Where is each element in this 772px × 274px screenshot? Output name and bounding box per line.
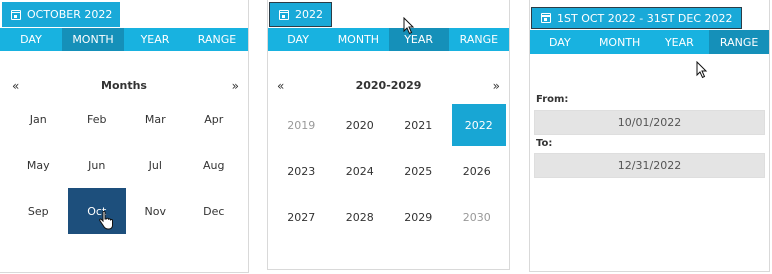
month-cell-jul[interactable]: Jul (126, 142, 185, 188)
month-cell-apr[interactable]: Apr (185, 96, 244, 142)
month-cell-nov[interactable]: Nov (126, 188, 185, 234)
range-picker-header[interactable]: 1ST OCT 2022 - 31ST DEC 2022 (531, 7, 742, 29)
arrow-cursor-icon (696, 61, 708, 79)
next-button[interactable]: » (232, 79, 239, 93)
range-picker-mode-tabs: DAY MONTH YEAR RANGE (530, 30, 769, 54)
month-cell-jun[interactable]: Jun (68, 142, 127, 188)
tab-year[interactable]: YEAR (388, 28, 449, 51)
arrow-cursor-icon (403, 17, 415, 35)
tab-day[interactable]: DAY (0, 28, 62, 51)
from-date-field[interactable]: 10/01/2022 (534, 110, 765, 135)
year-cell-2021[interactable]: 2021 (389, 102, 448, 148)
calendar-icon (279, 9, 289, 20)
year-picker-title: 2020-2029 (355, 79, 422, 92)
year-cell-2020[interactable]: 2020 (331, 102, 390, 148)
month-cell-mar[interactable]: Mar (126, 96, 185, 142)
tab-month[interactable]: MONTH (590, 30, 650, 54)
year-cell-2019[interactable]: 2019 (272, 102, 331, 148)
year-cell-2022[interactable]: 2022 (451, 104, 506, 146)
tab-month[interactable]: MONTH (328, 28, 388, 51)
tab-day[interactable]: DAY (530, 30, 590, 54)
month-picker-nav: « Months » (0, 77, 248, 95)
year-cell-2027[interactable]: 2027 (272, 194, 331, 240)
calendar-icon (11, 9, 21, 20)
year-cell-2023[interactable]: 2023 (272, 148, 331, 194)
year-picker-mode-tabs: DAY MONTH YEAR RANGE (268, 28, 509, 51)
tab-range[interactable]: RANGE (186, 28, 248, 51)
year-grid: 2019 2020 2021 2022 2023 2024 2025 2026 … (272, 102, 506, 240)
calendar-icon (541, 13, 551, 23)
month-cell-aug[interactable]: Aug (185, 142, 244, 188)
month-cell-jan[interactable]: Jan (9, 96, 68, 142)
year-picker-header[interactable]: 2022 (269, 2, 332, 27)
to-label: To: (536, 138, 553, 149)
year-cell-2024[interactable]: 2024 (331, 148, 390, 194)
next-button[interactable]: » (493, 79, 500, 93)
year-cell-2030[interactable]: 2030 (448, 194, 507, 240)
month-picker-title: Months (101, 79, 147, 92)
month-cell-oct[interactable]: Oct (67, 188, 126, 234)
range-picker-header-label: 1ST OCT 2022 - 31ST DEC 2022 (557, 11, 733, 25)
month-cell-may[interactable]: May (9, 142, 68, 188)
year-cell-2025[interactable]: 2025 (389, 148, 448, 194)
year-picker-nav: « 2020-2029 » (268, 77, 509, 95)
range-picker-panel: 1ST OCT 2022 - 31ST DEC 2022 DAY MONTH Y… (529, 0, 770, 272)
to-date-field[interactable]: 12/31/2022 (534, 153, 765, 178)
month-cell-sep[interactable]: Sep (9, 188, 68, 234)
year-picker-header-label: 2022 (295, 8, 323, 21)
month-cell-feb[interactable]: Feb (68, 96, 127, 142)
tab-range[interactable]: RANGE (709, 30, 769, 54)
from-label: From: (536, 94, 569, 105)
hand-cursor-icon (99, 211, 113, 230)
year-picker-panel: 2022 DAY MONTH YEAR RANGE « 2020-2029 » … (267, 0, 510, 270)
month-cell-dec[interactable]: Dec (185, 188, 244, 234)
tab-day[interactable]: DAY (268, 28, 328, 51)
tab-month[interactable]: MONTH (62, 28, 124, 51)
month-picker-panel: OCTOBER 2022 DAY MONTH YEAR RANGE « Mont… (0, 0, 249, 273)
year-cell-2029[interactable]: 2029 (389, 194, 448, 240)
month-picker-mode-tabs: DAY MONTH YEAR RANGE (0, 28, 248, 51)
month-picker-header-label: OCTOBER 2022 (27, 8, 113, 21)
tab-year[interactable]: YEAR (124, 28, 186, 51)
year-cell-2028[interactable]: 2028 (331, 194, 390, 240)
month-picker-header[interactable]: OCTOBER 2022 (2, 2, 121, 27)
tab-range[interactable]: RANGE (449, 28, 509, 51)
year-cell-2026[interactable]: 2026 (448, 148, 507, 194)
tab-year[interactable]: YEAR (650, 30, 710, 54)
month-grid: Jan Feb Mar Apr May Jun Jul Aug Sep Oct … (9, 96, 243, 237)
